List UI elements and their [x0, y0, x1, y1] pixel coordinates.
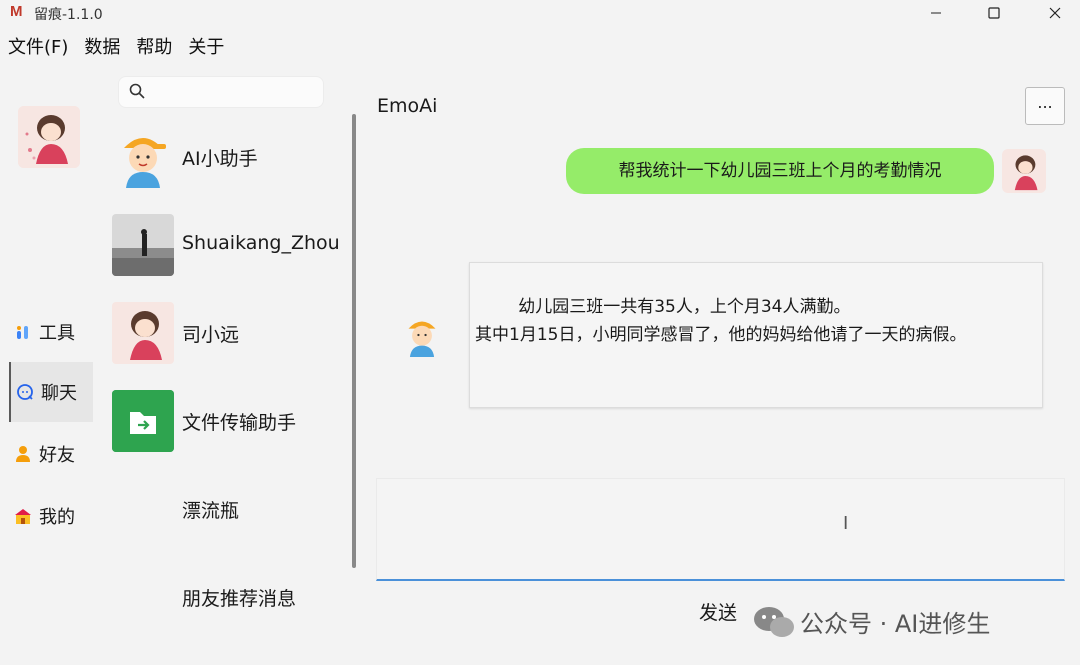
contact-name: 漂流瓶	[182, 500, 240, 522]
contact-name: 文件传输助手	[182, 412, 297, 434]
menu-bar: 文件(F) 数据 帮助 关于	[0, 34, 232, 62]
app-logo: M	[10, 3, 23, 20]
nav-label: 我的	[39, 507, 75, 528]
contact-name: 朋友推荐消息	[182, 588, 297, 610]
contact-item[interactable]: AI小助手	[112, 126, 352, 188]
contact-item[interactable]: 朋友推荐消息	[112, 566, 352, 628]
window-title: 留痕-1.1.0	[34, 7, 103, 23]
contact-name: AI小助手	[182, 148, 258, 170]
maximize-button[interactable]	[971, 0, 1017, 26]
watermark: 公众号 · AI进修生	[752, 604, 990, 639]
menu-help[interactable]: 帮助	[128, 34, 180, 62]
menu-data[interactable]: 数据	[76, 34, 128, 62]
chat-icon	[15, 382, 35, 402]
search-input[interactable]	[153, 81, 317, 103]
home-icon	[13, 506, 33, 526]
incoming-message-text: 幼儿园三班一共有35人，上个月34人满勤。 其中1月15日，小明同学感冒了，他的…	[475, 297, 967, 345]
file-transfer-icon	[112, 390, 174, 452]
my-avatar	[1002, 149, 1046, 193]
tools-icon	[13, 322, 33, 342]
message-input[interactable]: I	[376, 478, 1065, 581]
contact-avatar	[112, 214, 174, 276]
chat-title: EmoAi	[377, 95, 438, 117]
minimize-icon	[931, 12, 941, 14]
search-box[interactable]	[118, 76, 324, 108]
ai-avatar	[400, 313, 444, 357]
contact-item[interactable]: 文件传输助手	[112, 390, 352, 452]
contact-avatar	[112, 302, 174, 364]
avatar-illustration	[18, 106, 80, 168]
nav-label: 聊天	[41, 383, 77, 404]
menu-file[interactable]: 文件(F)	[0, 34, 76, 62]
more-button[interactable]: ...	[1025, 87, 1065, 125]
user-avatar[interactable]	[18, 106, 80, 168]
nav-friends[interactable]: 好友	[9, 424, 91, 484]
contact-avatar	[112, 126, 174, 188]
nav-tools[interactable]: 工具	[9, 302, 91, 362]
nav-label: 好友	[39, 445, 75, 466]
contact-name: Shuaikang_Zhou	[182, 232, 340, 254]
outgoing-message: 帮我统计一下幼儿园三班上个月的考勤情况	[566, 148, 994, 194]
menu-about[interactable]: 关于	[180, 34, 232, 62]
nav-mine[interactable]: 我的	[9, 486, 91, 546]
wechat-icon	[754, 606, 794, 637]
close-button[interactable]	[1032, 0, 1078, 26]
contact-item[interactable]: Shuaikang_Zhou	[112, 214, 352, 276]
incoming-message: 幼儿园三班一共有35人，上个月34人满勤。 其中1月15日，小明同学感冒了，他的…	[469, 262, 1043, 408]
contact-list-scrollbar[interactable]	[352, 114, 356, 568]
send-button[interactable]: 发送	[699, 598, 737, 625]
maximize-icon	[988, 7, 1000, 19]
contact-item[interactable]: 司小远	[112, 302, 352, 364]
watermark-text: 公众号 · AI进修生	[800, 610, 991, 638]
nav-chat[interactable]: 聊天	[9, 362, 93, 422]
minimize-button[interactable]	[913, 0, 959, 26]
close-icon	[1049, 7, 1061, 19]
nav-label: 工具	[39, 323, 75, 344]
friends-icon	[13, 444, 33, 464]
contact-item[interactable]: 漂流瓶	[112, 478, 352, 540]
contact-name: 司小远	[182, 324, 240, 346]
search-icon	[129, 83, 145, 103]
text-cursor-icon: I	[843, 513, 849, 534]
